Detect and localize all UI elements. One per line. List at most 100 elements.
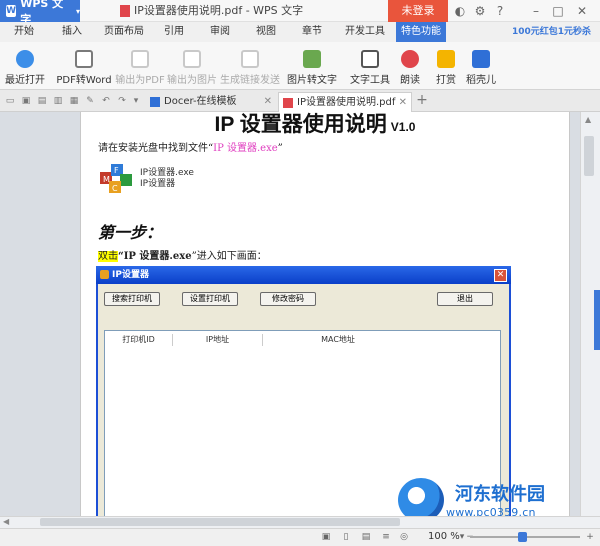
help-icon[interactable]: ? <box>492 3 508 19</box>
image-to-text-icon <box>303 50 321 68</box>
login-button[interactable]: 未登录 <box>388 0 448 22</box>
tab-chapter[interactable]: 章节 <box>292 22 332 42</box>
export-image-icon <box>183 50 201 68</box>
tab-special-features[interactable]: 特色功能 <box>396 22 446 42</box>
table-header: 打印机ID IP地址 MAC地址 <box>105 334 500 346</box>
exe-file-label: IP设置器.exe IP设置器 <box>140 168 194 190</box>
mfc-app-icon: M F C <box>100 164 132 193</box>
ribbon-label: 朗读 <box>400 75 420 86</box>
close-icon: ✕ <box>494 269 507 282</box>
instruction-line-1: 请在安装光盘中找到文件“IP 设置器.exe” <box>98 139 283 154</box>
tab-review[interactable]: 审阅 <box>200 22 240 42</box>
open-folder-icon[interactable]: ▭ <box>4 95 16 107</box>
text-tool-button[interactable]: 文字工具 <box>346 46 394 86</box>
horizontal-scroll-thumb[interactable] <box>40 518 400 526</box>
search-printer-button: 搜索打印机 <box>104 292 160 306</box>
pdf-to-word-button[interactable]: PDF转Word <box>56 46 112 86</box>
ribbon-label: 文字工具 <box>350 75 390 86</box>
share-link-button[interactable]: 生成链接发送 <box>220 46 280 86</box>
read-aloud-button[interactable]: 朗读 <box>398 46 422 86</box>
tab-references[interactable]: 引用 <box>154 22 194 42</box>
print-icon[interactable]: ▥ <box>52 95 64 107</box>
doc-tab-label: IP设置器使用说明.pdf <box>297 97 396 108</box>
format-painter-icon[interactable]: ✎ <box>84 95 96 107</box>
exe-label-2: IP设置器 <box>140 179 176 189</box>
tab-view[interactable]: 视图 <box>246 22 286 42</box>
doc-tab-label: Docer-在线模板 <box>164 96 237 107</box>
single-page-icon[interactable]: ▯ <box>340 531 352 543</box>
export-image-button[interactable]: 输出为图片 <box>167 46 217 86</box>
wps-logo-icon: W <box>6 5 17 17</box>
new-tab-icon[interactable]: + <box>416 93 428 107</box>
pdf-to-word-icon <box>75 50 93 68</box>
recent-open-button[interactable]: 最近打开 <box>5 46 45 86</box>
close-icon[interactable]: ✕ <box>574 3 590 19</box>
dialog-title: IP设置器 <box>96 266 511 284</box>
svg-text:C: C <box>112 184 118 193</box>
ribbon-label: PDF转Word <box>56 75 112 86</box>
redo-icon[interactable]: ↷ <box>116 95 128 107</box>
scroll-left-icon[interactable]: ◀ <box>3 517 9 526</box>
line1-pre: 请在安装光盘中找到文件“ <box>98 143 214 154</box>
skin-icon[interactable]: ◐ <box>452 3 468 19</box>
ribbon-label: 打赏 <box>436 75 456 86</box>
fit-page-icon[interactable]: ▣ <box>320 531 332 543</box>
chevron-down-icon: ▾ <box>75 6 80 16</box>
change-password-button: 修改密码 <box>260 292 316 306</box>
window-title-text: IP设置器使用说明.pdf - WPS 文字 <box>134 4 304 17</box>
instruction-line-2: 双击“IP 设置器.exe”进入如下画面： <box>98 247 267 262</box>
tab-page-layout[interactable]: 页面布局 <box>98 22 150 42</box>
promo-link[interactable]: 100元红包1元秒杀 <box>512 22 591 42</box>
scroll-thumb[interactable] <box>584 136 594 176</box>
export-icon[interactable]: ▤ <box>36 95 48 107</box>
ribbon-label: 生成链接发送 <box>220 75 280 86</box>
ribbon-label: 图片转文字 <box>287 75 337 86</box>
line1-post: ” <box>277 143 283 154</box>
side-panel-tab[interactable] <box>594 290 600 350</box>
web-view-icon[interactable]: ◎ <box>398 531 410 543</box>
ribbon-label: 稻壳儿 <box>466 75 496 86</box>
bold-file-text: “IP 设置器.exe <box>118 251 192 262</box>
svg-text:M: M <box>103 175 110 184</box>
wps-menu-button[interactable]: W WPS 文字 ▾ <box>0 0 80 26</box>
tab-insert[interactable]: 插入 <box>52 22 92 42</box>
column-header: MAC地址 <box>321 335 355 344</box>
outline-view-icon[interactable]: ≡ <box>380 531 392 543</box>
preview-icon[interactable]: ▦ <box>68 95 80 107</box>
save-icon[interactable]: ▣ <box>20 95 32 107</box>
reward-button[interactable]: 打赏 <box>434 46 458 86</box>
cloud-icon <box>16 50 34 68</box>
exit-button: 退出 <box>437 292 493 306</box>
image-to-text-button[interactable]: 图片转文字 <box>287 46 337 86</box>
docer-button[interactable]: 稻壳儿 <box>466 46 496 86</box>
pdf-icon <box>120 5 130 17</box>
zoom-in-icon[interactable]: + <box>584 531 596 543</box>
export-pdf-button[interactable]: 输出为PDF <box>115 46 165 86</box>
ribbon-label: 最近打开 <box>5 75 45 86</box>
page-view-icon[interactable]: ▤ <box>360 531 372 543</box>
step-heading: 第一步： <box>98 223 163 242</box>
export-pdf-icon <box>131 50 149 68</box>
zoom-slider-handle[interactable] <box>518 532 527 542</box>
undo-icon[interactable]: ↶ <box>100 95 112 107</box>
text-tool-icon <box>361 50 379 68</box>
share-link-icon <box>241 50 259 68</box>
docer-icon <box>472 50 490 68</box>
chevron-down-icon[interactable]: ▾ <box>130 95 142 107</box>
maximize-icon[interactable]: □ <box>550 3 566 19</box>
pdf-icon <box>283 98 293 108</box>
app-icon <box>100 270 109 279</box>
set-printer-button: 设置打印机 <box>182 292 238 306</box>
column-header: IP地址 <box>173 334 263 346</box>
column-header: 打印机ID <box>105 334 173 346</box>
scroll-up-icon[interactable]: ▲ <box>585 115 591 124</box>
version-label: V1.0 <box>390 120 416 134</box>
watermark-name: 河东软件园 <box>455 484 545 505</box>
tab-developer[interactable]: 开发工具 <box>338 22 392 42</box>
zoom-level[interactable]: 100 % <box>428 528 460 546</box>
highlighted-text: 双击 <box>98 251 118 262</box>
minimize-icon[interactable]: – <box>528 3 544 19</box>
settings-icon[interactable]: ⚙ <box>472 3 488 19</box>
tab-home[interactable]: 开始 <box>4 22 44 42</box>
ribbon-label: 输出为PDF <box>115 75 165 86</box>
